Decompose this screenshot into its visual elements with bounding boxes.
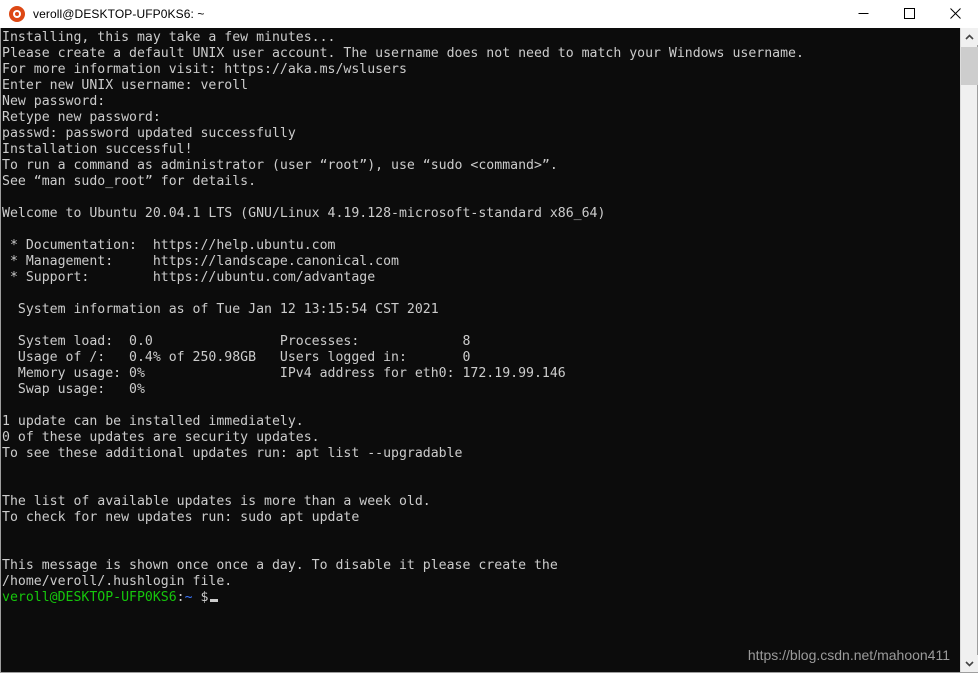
chevron-down-icon — [965, 660, 974, 667]
vertical-scrollbar[interactable] — [960, 28, 978, 672]
close-button[interactable] — [932, 0, 978, 27]
terminal-body: Installing, this may take a few minutes.… — [0, 28, 978, 673]
block-cursor — [210, 599, 219, 602]
scrollbar-track[interactable] — [961, 45, 978, 655]
scroll-up-button[interactable] — [961, 28, 978, 45]
terminal-log-lines: Installing, this may take a few minutes.… — [2, 30, 804, 589]
prompt-user-host: veroll@DESKTOP-UFP0KS6 — [2, 590, 177, 605]
terminal-output-text: Installing, this may take a few minutes.… — [2, 30, 804, 606]
window-title: veroll@DESKTOP-UFP0KS6: ~ — [33, 6, 205, 21]
window-titlebar[interactable]: veroll@DESKTOP-UFP0KS6: ~ — [0, 0, 978, 28]
minimize-button[interactable] — [840, 0, 886, 27]
terminal-window: veroll@DESKTOP-UFP0KS6: ~ Installing, th… — [0, 0, 978, 673]
prompt-dollar: $ — [200, 590, 209, 605]
scroll-down-button[interactable] — [961, 655, 978, 672]
prompt-separator: : — [176, 590, 185, 605]
scrollbar-thumb[interactable] — [961, 47, 978, 85]
terminal-output-area[interactable]: Installing, this may take a few minutes.… — [1, 28, 960, 672]
window-controls — [840, 0, 978, 27]
close-icon — [949, 8, 961, 19]
maximize-button[interactable] — [886, 0, 932, 27]
minimize-icon — [858, 13, 868, 14]
prompt-symbol — [193, 590, 201, 605]
chevron-up-icon — [965, 33, 974, 40]
watermark-text: https://blog.csdn.net/mahoon411 — [747, 647, 950, 663]
prompt-path: ~ — [184, 590, 193, 605]
maximize-icon — [903, 8, 915, 19]
ubuntu-logo-icon — [9, 5, 25, 22]
